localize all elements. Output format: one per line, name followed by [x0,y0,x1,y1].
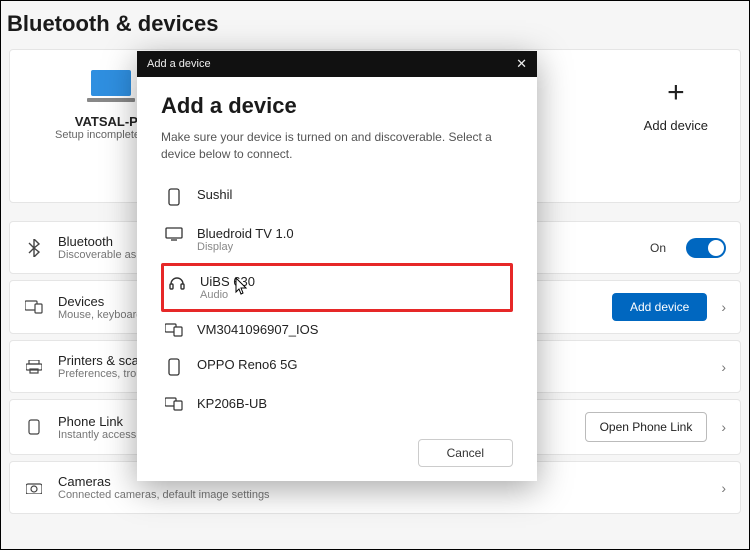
devices-icon [24,300,44,314]
cancel-button[interactable]: Cancel [418,439,513,467]
dialog-heading: Add a device [161,93,513,119]
dialog-subtitle: Make sure your device is turned on and d… [161,129,513,163]
device-type: Display [197,241,294,253]
audio-icon [168,275,186,291]
bluetooth-toggle[interactable] [686,238,726,258]
device-item[interactable]: VM3041096907_IOS [161,312,513,347]
chevron-right-icon: › [721,299,726,315]
device-type: Audio [200,289,255,301]
dialog-titlebar: Add a device ✕ [137,51,537,77]
chevron-right-icon: › [721,419,726,435]
bluetooth-state: On [650,241,666,255]
device-item[interactable]: KP206B-UB [161,386,513,421]
device-icon [165,323,183,337]
close-icon[interactable]: ✕ [516,56,527,72]
printer-icon [24,360,44,374]
device-name: Bluedroid TV 1.0 [197,226,294,241]
phone-icon [24,419,44,435]
camera-icon [24,482,44,494]
device-name: Sushil [197,187,232,202]
display-icon [165,227,183,241]
device-name: KP206B-UB [197,396,267,411]
add-device-dialog: Add a device ✕ Add a device Make sure yo… [137,51,537,481]
device-item[interactable]: UiBS 630Audio [161,263,513,312]
device-icon [165,397,183,411]
device-name: VM3041096907_IOS [197,322,318,337]
plus-icon: + [667,78,685,108]
open-phone-link-button[interactable]: Open Phone Link [585,412,708,442]
device-item[interactable]: Bluedroid TV 1.0Display [161,216,513,263]
device-item[interactable]: Sushil [161,177,513,216]
devices-add-button[interactable]: Add device [612,293,707,321]
laptop-icon [83,68,139,106]
chevron-right-icon: › [721,480,726,496]
bluetooth-icon [24,239,44,257]
page-title: Bluetooth & devices [1,1,749,49]
add-device-label: Add device [644,118,708,133]
dialog-titlebar-text: Add a device [147,58,211,70]
phone-icon [165,358,183,376]
cameras-subtitle: Connected cameras, default image setting… [58,489,707,501]
phone-icon [165,188,183,206]
device-list: SushilBluedroid TV 1.0DisplayUiBS 630Aud… [161,177,513,421]
device-name: OPPO Reno6 5G [197,357,297,372]
chevron-right-icon: › [721,359,726,375]
device-item[interactable]: OPPO Reno6 5G [161,347,513,386]
device-name: UiBS 630 [200,274,255,289]
add-device-button[interactable]: + Add device [644,78,708,133]
